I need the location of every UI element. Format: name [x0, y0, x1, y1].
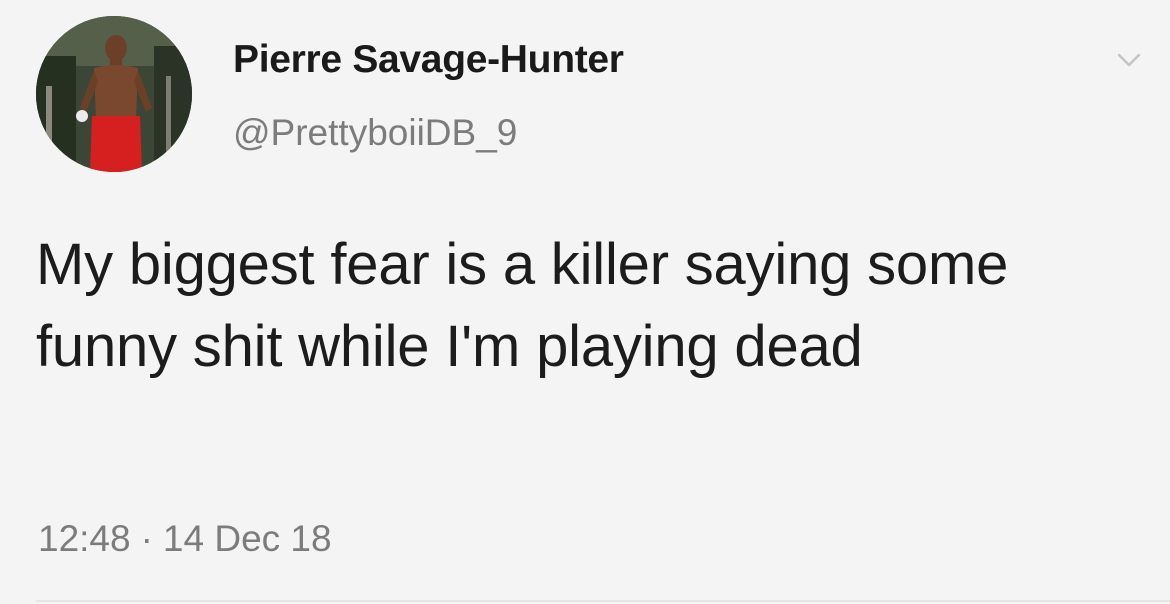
chevron-down-icon[interactable]: [1116, 50, 1142, 70]
tweet-text: My biggest fear is a killer saying some …: [36, 232, 1009, 379]
tweet-time: 12:48: [38, 518, 131, 559]
avatar-image: [36, 16, 192, 172]
tweet-date: 14 Dec 18: [162, 518, 332, 559]
tweet-timestamp[interactable]: 12:48 · 14 Dec 18: [38, 518, 332, 560]
avatar[interactable]: [36, 16, 192, 172]
author-handle[interactable]: @PrettyboiiDB_9: [233, 112, 517, 154]
author-display-name[interactable]: Pierre Savage-Hunter: [233, 38, 624, 82]
timestamp-separator: ·: [140, 518, 153, 559]
divider: [36, 600, 1170, 602]
tweet-card: Pierre Savage-Hunter @PrettyboiiDB_9 My …: [0, 0, 1170, 604]
